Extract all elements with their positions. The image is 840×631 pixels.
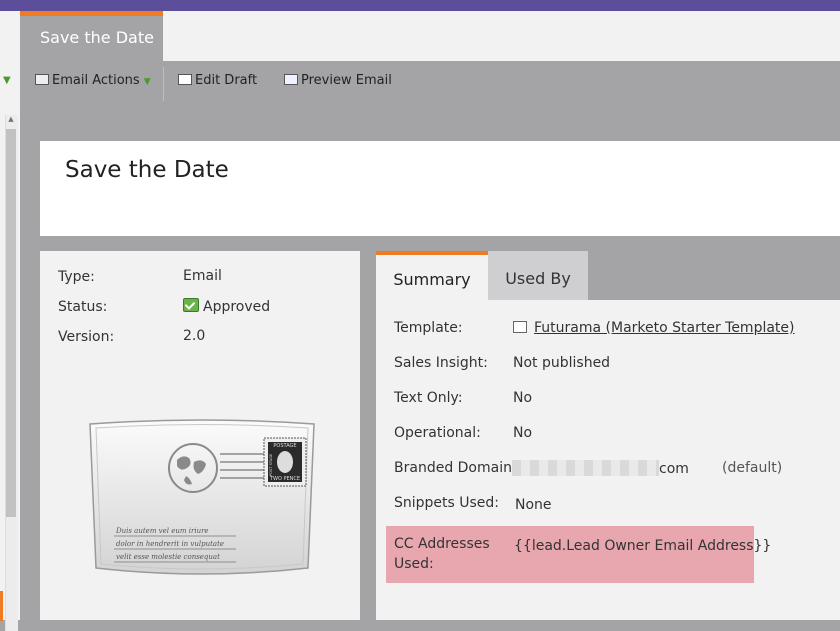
approved-check-icon [183, 298, 199, 312]
redacted-domain [512, 460, 659, 476]
text-only-value: No [513, 390, 533, 406]
top-bar [0, 0, 840, 11]
cc-addresses-label: CC Addresses [394, 536, 490, 552]
envelope-line-2: dolor in hendrerit in vulputate [116, 540, 224, 548]
email-icon [35, 74, 49, 85]
sales-insight-value: Not published [513, 355, 611, 371]
tree-scrollbar-thumb[interactable] [6, 129, 16, 517]
branded-domain-value: com [512, 460, 689, 477]
template-value: Futurama (Marketo Starter Template) [513, 320, 795, 336]
edit-draft-icon [178, 74, 192, 85]
stamp-bottom-text: TWO PENCE [269, 476, 300, 482]
envelope-line-1: Duis autem vel eum iriure [115, 527, 209, 535]
type-value: Email [183, 268, 222, 284]
sales-insight-label: Sales Insight: [394, 355, 488, 371]
tab-strip-filler [588, 251, 840, 300]
operational-label: Operational: [394, 425, 481, 441]
status-label: Status: [58, 299, 108, 315]
scroll-up-icon[interactable]: ▲ [6, 115, 16, 127]
envelope-line-3: velit esse molestie consequat [116, 553, 220, 561]
version-label: Version: [58, 329, 115, 345]
toolbar: Email Actions ▼ Edit Draft Preview Email [20, 61, 840, 101]
tab-save-the-date[interactable]: Save the Date [20, 11, 163, 61]
tab-used-by[interactable]: Used By [488, 251, 588, 300]
template-label: Template: [394, 320, 463, 336]
email-actions-label: Email Actions [52, 73, 140, 88]
preview-icon [284, 74, 298, 85]
dropdown-arrow-icon: ▼ [143, 77, 151, 87]
preview-email-label: Preview Email [301, 73, 392, 88]
cc-addresses-value: {{lead.Lead Owner Email Address}} [514, 538, 772, 554]
type-label: Type: [58, 269, 95, 285]
edit-draft-label: Edit Draft [195, 73, 258, 88]
edit-draft-button[interactable]: Edit Draft [178, 61, 257, 101]
stamp-top-text: POSTAGE [273, 443, 296, 449]
snippets-value: None [515, 497, 552, 513]
tab-summary[interactable]: Summary [376, 251, 488, 300]
snippets-label: Snippets Used: [394, 495, 500, 511]
cc-used-label: Used: [394, 556, 434, 572]
template-link[interactable]: Futurama (Marketo Starter Template) [534, 320, 795, 336]
email-actions-button[interactable]: Email Actions ▼ [35, 61, 151, 101]
title-panel: Save the Date [40, 141, 840, 236]
operational-value: No [513, 425, 533, 441]
toolbar-divider [163, 67, 164, 101]
left-rail: ▼ ▲ [0, 11, 20, 631]
branded-domain-label: Branded Domain: [394, 460, 517, 476]
template-icon [513, 321, 527, 333]
branded-domain-default: (default) [722, 460, 783, 476]
email-envelope-illustration: POSTAGE TWO PENCE POST STAGE Duis autem … [89, 419, 315, 575]
postage-stamp: POSTAGE TWO PENCE POST STAGE [263, 437, 307, 487]
cc-addresses-highlight [386, 526, 754, 583]
stamp-side-text: POST STAGE [269, 453, 273, 476]
status-value: Approved [183, 298, 270, 315]
expand-caret-icon[interactable]: ▼ [3, 75, 11, 86]
page-title: Save the Date [65, 157, 229, 183]
selected-tree-marker [0, 591, 3, 621]
branded-domain-suffix: com [659, 461, 689, 477]
text-only-label: Text Only: [394, 390, 463, 406]
status-text: Approved [203, 299, 271, 315]
version-value: 2.0 [183, 328, 206, 344]
preview-email-button[interactable]: Preview Email [284, 61, 392, 101]
